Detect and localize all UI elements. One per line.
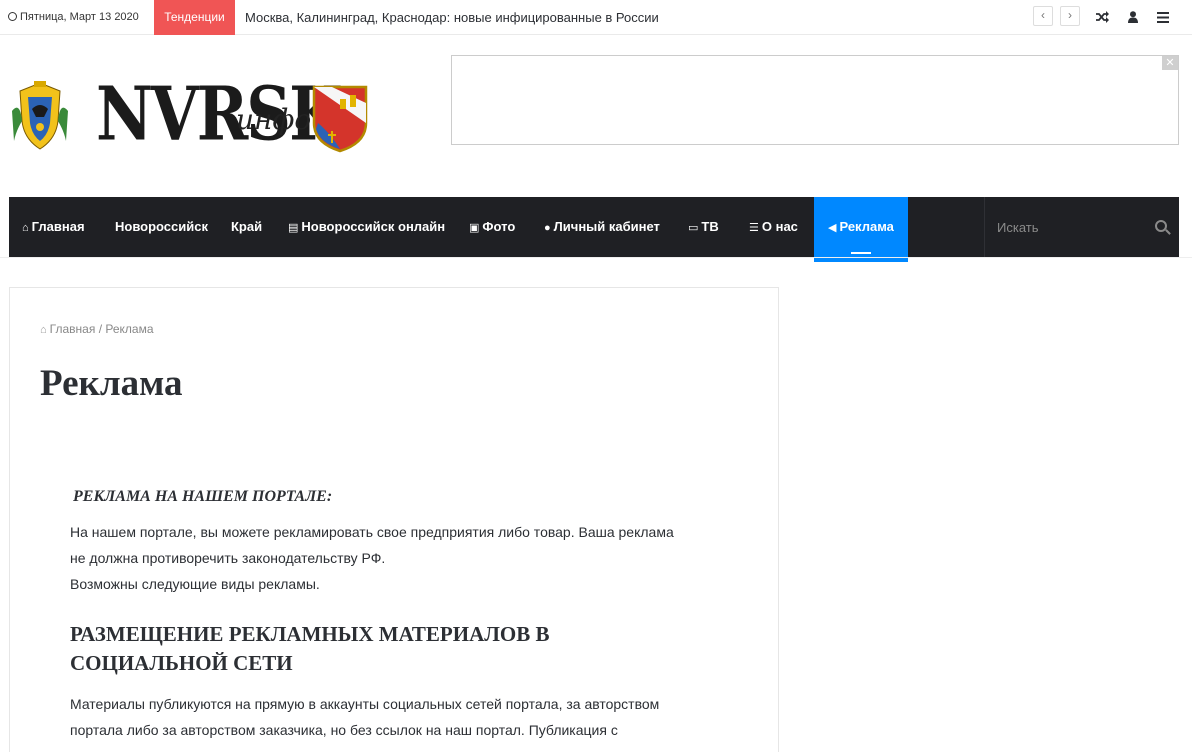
nav-item-home[interactable]: ⌂ Главная (22, 197, 85, 257)
breadcrumb-separator: / (98, 322, 103, 336)
megaphone-icon: ◀ (828, 222, 837, 234)
city-crest-icon (312, 85, 368, 153)
nav-item-advertising[interactable]: ◀ Реклама (814, 197, 908, 262)
nav-item-novorossiysk-online[interactable]: ▤ Новороссийск онлайн (288, 197, 445, 257)
clock-icon (8, 12, 17, 21)
nav-item-tv[interactable]: ▭ ТВ (688, 197, 719, 257)
nav-item-account[interactable]: ● Личный кабинет (544, 197, 660, 257)
section-heading-social: РАЗМЕЩЕНИЕ РЕКЛАМНЫХ МАТЕРИАЛОВ В СОЦИАЛ… (70, 622, 550, 675)
list-icon: ☰ (749, 222, 759, 234)
intro-paragraph: На нашем портале, вы можете рекламироват… (70, 524, 674, 592)
login-button[interactable] (1122, 0, 1144, 35)
ad-close-button[interactable]: ✕ (1162, 56, 1178, 70)
breadcrumb-current: Реклама (105, 322, 154, 336)
camera-icon: ▣ (469, 222, 480, 234)
search-icon[interactable] (1155, 220, 1167, 232)
nav-item-krai[interactable]: Край (231, 197, 262, 257)
document-icon: ▤ (288, 222, 299, 234)
nav-item-about[interactable]: ☰ О нас (749, 197, 798, 257)
page-title: Реклама (40, 363, 183, 404)
search-input[interactable] (997, 216, 1147, 238)
breadcrumb-home-link[interactable]: Главная (50, 322, 96, 336)
header-ad-banner[interactable]: ✕ (451, 55, 1179, 145)
breadcrumb: ⌂ Главная / Реклама (40, 322, 154, 336)
trending-headline-link[interactable]: Москва, Калининград, Краснодар: новые ин… (245, 0, 659, 35)
active-indicator (850, 252, 871, 254)
trending-badge: Тенденции (154, 0, 235, 35)
article-container: ⌂ Главная / Реклама Реклама РЕКЛАМА НА НА… (9, 287, 779, 752)
social-paragraph: Материалы публикуются на прямую в аккаун… (70, 696, 660, 738)
monitor-icon: ▭ (688, 222, 699, 234)
home-icon: ⌂ (22, 222, 29, 234)
current-date: Пятница, Март 13 2020 (8, 0, 139, 35)
section-heading-portal: РЕКЛАМА НА НАШЕМ ПОРТАЛЕ: (73, 488, 333, 505)
user-icon: ● (544, 222, 551, 234)
divider (0, 257, 1192, 258)
nav-item-novorossiysk[interactable]: Новороссийск (115, 197, 208, 257)
date-text: Пятница, Март 13 2020 (20, 11, 139, 23)
nav-item-photo[interactable]: ▣ Фото (469, 197, 515, 257)
menu-button[interactable] (1152, 0, 1174, 35)
main-navigation: ⌂ Главная Новороссийск Край ▤ Новороссийск… (9, 197, 1179, 262)
hamburger-icon (1157, 12, 1169, 23)
logo-subtitle: инфо (236, 103, 312, 136)
trending-prev-button[interactable]: ‹ (1033, 6, 1053, 26)
site-logo[interactable]: NVRSK инфо (10, 75, 372, 163)
home-icon: ⌂ (40, 324, 47, 336)
user-icon (1128, 11, 1138, 23)
trending-next-button[interactable]: › (1060, 6, 1080, 26)
search-box (984, 197, 1179, 257)
shuffle-icon (1096, 11, 1109, 23)
region-crest-icon (12, 81, 68, 150)
top-bar: Пятница, Март 13 2020 Тенденции Москва, … (0, 0, 1192, 35)
random-article-button[interactable] (1092, 0, 1114, 35)
